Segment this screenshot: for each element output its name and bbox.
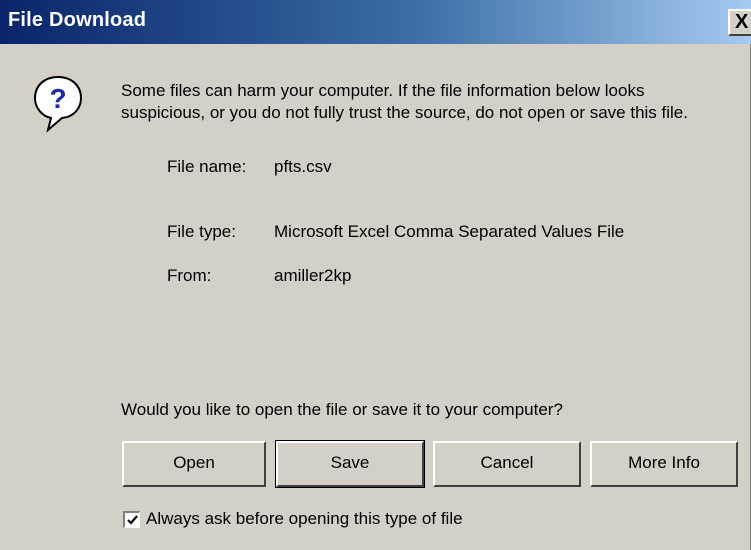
file-type-value: Microsoft Excel Comma Separated Values F… [274, 222, 625, 241]
more-info-button[interactable]: More Info [590, 441, 738, 487]
cancel-button[interactable]: Cancel [433, 441, 581, 487]
always-ask-checkbox[interactable] [123, 511, 140, 528]
window-title: File Download [8, 9, 147, 31]
from-value: amiller2kp [274, 266, 352, 285]
title-bar[interactable]: File Download X [0, 0, 751, 44]
file-download-dialog: File Download X ? Some files can harm yo… [0, 0, 751, 550]
close-icon: X [735, 11, 749, 33]
open-or-save-question: Would you like to open the file or save … [121, 400, 563, 419]
open-button[interactable]: Open [122, 441, 266, 487]
warning-message: Some files can harm your computer. If th… [121, 81, 688, 122]
file-type-label: File type: [167, 222, 236, 241]
file-name-label: File name: [167, 157, 247, 176]
file-name-value: pfts.csv [274, 157, 332, 176]
always-ask-label[interactable]: Always ask before opening this type of f… [146, 509, 463, 529]
close-button[interactable]: X [728, 9, 751, 36]
from-label: From: [167, 266, 212, 285]
svg-text:?: ? [49, 83, 66, 114]
save-button[interactable]: Save [275, 440, 425, 488]
question-icon: ? [32, 74, 84, 134]
checkmark-icon [127, 515, 138, 525]
